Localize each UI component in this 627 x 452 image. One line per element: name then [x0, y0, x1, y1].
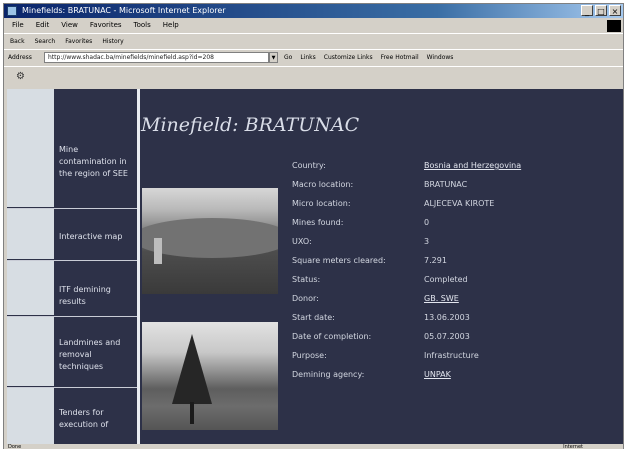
- detail-value: Infrastructure: [424, 351, 479, 360]
- menu-help[interactable]: Help: [163, 19, 179, 32]
- detail-value: Completed: [424, 275, 468, 284]
- menu-tools[interactable]: Tools: [134, 19, 151, 32]
- menu-file[interactable]: File: [12, 19, 24, 32]
- vertical-divider: [137, 89, 140, 444]
- photo-tree: [172, 334, 212, 404]
- detail-value: ALJECEVA KIROTE: [424, 199, 495, 208]
- ie-icon: [7, 6, 17, 16]
- detail-value-link[interactable]: GB. SWE: [424, 289, 459, 308]
- detail-label: Micro location:: [292, 199, 351, 208]
- detail-label: Start date:: [292, 313, 335, 322]
- detail-value: 7.291: [424, 256, 447, 265]
- nav-item-landmines-techniques[interactable]: Landmines and removal techniques: [59, 337, 137, 373]
- detail-row: Status: Completed: [292, 270, 612, 289]
- detail-value: BRATUNAC: [424, 180, 468, 189]
- back-button[interactable]: Back: [10, 34, 25, 48]
- address-input[interactable]: http://www.shadac.ba/minefields/minefiel…: [44, 52, 269, 63]
- detail-value: 0: [424, 218, 430, 227]
- detail-label: Donor:: [292, 294, 319, 303]
- link-windows[interactable]: Windows: [427, 50, 454, 66]
- detail-label: Date of completion:: [292, 332, 372, 341]
- status-text: Done: [8, 444, 22, 450]
- nav-item-tenders[interactable]: Tenders for execution of: [59, 407, 137, 431]
- detail-label: Demining agency:: [292, 370, 365, 379]
- menu-view[interactable]: View: [61, 19, 78, 32]
- minefield-details: Country: Bosnia and Herzegovina Macro loc…: [292, 156, 612, 384]
- detail-label: Purpose:: [292, 351, 327, 360]
- history-button[interactable]: History: [102, 34, 123, 48]
- settings-icon[interactable]: ⚙: [16, 71, 25, 82]
- detail-row: Country: Bosnia and Herzegovina: [292, 156, 612, 175]
- menu-favorites[interactable]: Favorites: [90, 19, 122, 32]
- favorites-button[interactable]: Favorites: [65, 34, 92, 48]
- status-bar: Done Internet: [4, 444, 623, 450]
- nav-item-interactive-map[interactable]: Interactive map: [59, 231, 137, 243]
- detail-label: Status:: [292, 275, 321, 284]
- search-button[interactable]: Search: [35, 34, 56, 48]
- divider: [7, 316, 139, 317]
- detail-row: Macro location: BRATUNAC: [292, 175, 612, 194]
- windows-logo-icon: [607, 20, 621, 32]
- left-gutter: [7, 89, 54, 444]
- detail-row: Mines found: 0: [292, 213, 612, 232]
- go-button[interactable]: Go: [284, 50, 292, 66]
- nav-item-mine-contamination[interactable]: Mine contamination in the region of SEE: [59, 144, 137, 180]
- detail-value: 13.06.2003: [424, 313, 470, 322]
- detail-label: Macro location:: [292, 180, 354, 189]
- links-label[interactable]: Links: [300, 50, 315, 66]
- detail-row: Purpose: Infrastructure: [292, 346, 612, 365]
- address-bar: Address http://www.shadac.ba/minefields/…: [4, 49, 623, 65]
- divider: [7, 208, 139, 209]
- divider: [7, 387, 139, 388]
- page-content: Mine contamination in the region of SEE …: [7, 89, 623, 444]
- detail-label: Mines found:: [292, 218, 344, 227]
- detail-value-link[interactable]: UNPAK: [424, 365, 451, 384]
- detail-row: Start date: 13.06.2003: [292, 308, 612, 327]
- detail-row: Donor: GB. SWE: [292, 289, 612, 308]
- address-label: Address: [8, 54, 32, 61]
- sidebar-nav: Mine contamination in the region of SEE …: [7, 89, 139, 444]
- detail-row: UXO: 3: [292, 232, 612, 251]
- minefield-photo-tree: [142, 322, 278, 430]
- secondary-toolbar: ⚙: [4, 66, 623, 86]
- detail-value-link[interactable]: Bosnia and Herzegovina: [424, 156, 521, 175]
- window-title: Minefields: BRATUNAC - Microsoft Interne…: [22, 6, 226, 15]
- photo-trunk: [190, 402, 194, 424]
- zone-text: Internet: [563, 444, 583, 450]
- detail-value: 05.07.2003: [424, 332, 470, 341]
- photo-hill: [142, 218, 278, 258]
- menu-edit[interactable]: Edit: [36, 19, 50, 32]
- detail-label: Country:: [292, 161, 326, 170]
- close-button[interactable]: ×: [609, 5, 621, 16]
- nav-item-demining-results[interactable]: ITF demining results: [59, 284, 137, 308]
- page-title: Minefield: BRATUNAC: [141, 114, 360, 136]
- detail-value: 3: [424, 237, 430, 246]
- detail-row: Square meters cleared: 7.291: [292, 251, 612, 270]
- menu-bar: File Edit View Favorites Tools Help: [4, 19, 623, 32]
- minefield-photo-landscape: [142, 188, 278, 294]
- detail-label: Square meters cleared:: [292, 256, 386, 265]
- link-hotmail[interactable]: Free Hotmail: [381, 50, 419, 66]
- address-dropdown-icon[interactable]: ▼: [269, 52, 278, 63]
- toolbar: Back Search Favorites History: [4, 33, 623, 48]
- link-customize[interactable]: Customize Links: [324, 50, 373, 66]
- detail-row: Date of completion: 05.07.2003: [292, 327, 612, 346]
- detail-label: UXO:: [292, 237, 312, 246]
- detail-row: Demining agency: UNPAK: [292, 365, 612, 384]
- photo-figure: [154, 238, 162, 264]
- detail-row: Micro location: ALJECEVA KIROTE: [292, 194, 612, 213]
- divider: [7, 260, 139, 261]
- title-bar: Minefields: BRATUNAC - Microsoft Interne…: [4, 4, 623, 18]
- minimize-button[interactable]: _: [581, 5, 593, 16]
- maximize-button[interactable]: □: [595, 5, 607, 16]
- browser-window: Minefields: BRATUNAC - Microsoft Interne…: [3, 3, 624, 450]
